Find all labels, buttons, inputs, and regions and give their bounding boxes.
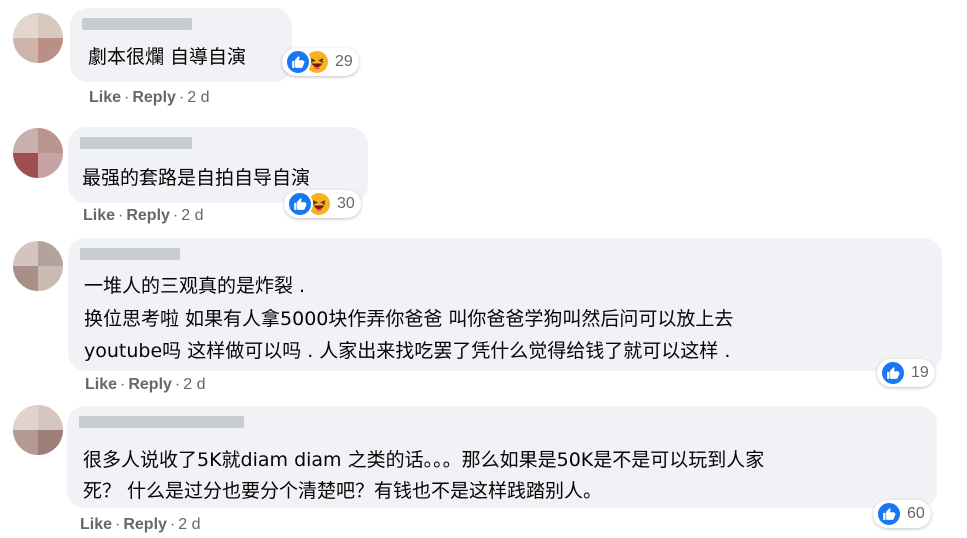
reply-button[interactable]: Reply xyxy=(128,376,172,393)
dot-separator: · xyxy=(169,516,176,533)
reaction-count: 29 xyxy=(335,53,353,70)
like-icon xyxy=(285,49,311,75)
comment-3: 一堆人的三观真的是炸裂 . 换位思考啦 如果有人拿5000块作弄你爸爸 叫你爸爸… xyxy=(0,233,967,400)
comment-text-line: 最强的套路是自拍自导自演 xyxy=(82,167,311,189)
author-name-blurred[interactable] xyxy=(79,416,244,428)
dot-separator: · xyxy=(174,376,181,393)
comment-actions: Like · Reply · 2 d xyxy=(89,89,210,107)
reaction-count: 30 xyxy=(337,195,355,212)
dot-separator: · xyxy=(120,376,126,393)
comment-bubble: 劇本很爛 自導自演 xyxy=(70,8,292,82)
like-icon xyxy=(880,360,906,386)
timestamp[interactable]: 2 d xyxy=(178,516,200,533)
like-button[interactable]: Like xyxy=(89,89,121,106)
like-button[interactable]: Like xyxy=(80,516,112,533)
author-name-blurred[interactable] xyxy=(80,248,180,260)
comment-text-line: 劇本很爛 自導自演 xyxy=(88,46,247,68)
comment-1: 劇本很爛 自導自演 29 Like · Reply · 2 d xyxy=(0,0,967,115)
dot-separator: · xyxy=(124,89,130,106)
like-button[interactable]: Like xyxy=(83,207,115,224)
comment-text-line: 一堆人的三观真的是炸裂 . xyxy=(84,275,306,297)
comment-actions: Like · Reply · 2 d xyxy=(85,376,206,394)
reaction-summary[interactable]: 19 xyxy=(877,359,935,387)
like-icon xyxy=(287,191,313,217)
avatar[interactable] xyxy=(13,405,63,455)
comment-text-line: youtube吗 这样做可以吗 . 人家出来找吃罢了凭什么觉得给钱了就可以这样 … xyxy=(84,340,731,362)
reaction-count: 60 xyxy=(907,505,925,522)
reaction-count: 19 xyxy=(911,364,929,381)
reaction-summary[interactable]: 30 xyxy=(284,190,361,218)
timestamp[interactable]: 2 d xyxy=(183,376,205,393)
comment-text-line: 很多人说收了5K就diam diam 之类的话。。。那么如果是50K是不是可以玩… xyxy=(83,449,765,471)
dot-separator: · xyxy=(178,89,185,106)
avatar[interactable] xyxy=(13,13,63,63)
reply-button[interactable]: Reply xyxy=(123,516,167,533)
comment-4: 很多人说收了5K就diam diam 之类的话。。。那么如果是50K是不是可以玩… xyxy=(0,400,967,538)
author-name-blurred[interactable] xyxy=(80,137,192,149)
comment-text-line: 死？ 什么是过分也要分个清楚吧？有钱也不是这样践踏别人。 xyxy=(83,480,603,502)
reply-button[interactable]: Reply xyxy=(126,207,170,224)
avatar[interactable] xyxy=(13,241,63,291)
like-button[interactable]: Like xyxy=(85,376,117,393)
reaction-summary[interactable]: 60 xyxy=(873,500,931,528)
comment-bubble: 很多人说收了5K就diam diam 之类的话。。。那么如果是50K是不是可以玩… xyxy=(67,406,937,508)
timestamp[interactable]: 2 d xyxy=(181,207,203,224)
avatar[interactable] xyxy=(13,128,63,178)
dot-separator: · xyxy=(118,207,124,224)
timestamp[interactable]: 2 d xyxy=(187,89,209,106)
comment-actions: Like · Reply · 2 d xyxy=(80,516,201,534)
reply-button[interactable]: Reply xyxy=(132,89,176,106)
dot-separator: · xyxy=(115,516,121,533)
comment-actions: Like · Reply · 2 d xyxy=(83,207,204,225)
comment-bubble: 一堆人的三观真的是炸裂 . 换位思考啦 如果有人拿5000块作弄你爸爸 叫你爸爸… xyxy=(68,238,942,371)
like-icon xyxy=(876,501,902,527)
author-name-blurred[interactable] xyxy=(82,18,192,30)
dot-separator: · xyxy=(172,207,179,224)
reaction-summary[interactable]: 29 xyxy=(282,48,359,76)
comment-text-line: 换位思考啦 如果有人拿5000块作弄你爸爸 叫你爸爸学狗叫然后问可以放上去 xyxy=(84,308,734,330)
comment-2: 最强的套路是自拍自导自演 30 Like · Reply · 2 d xyxy=(0,115,967,233)
